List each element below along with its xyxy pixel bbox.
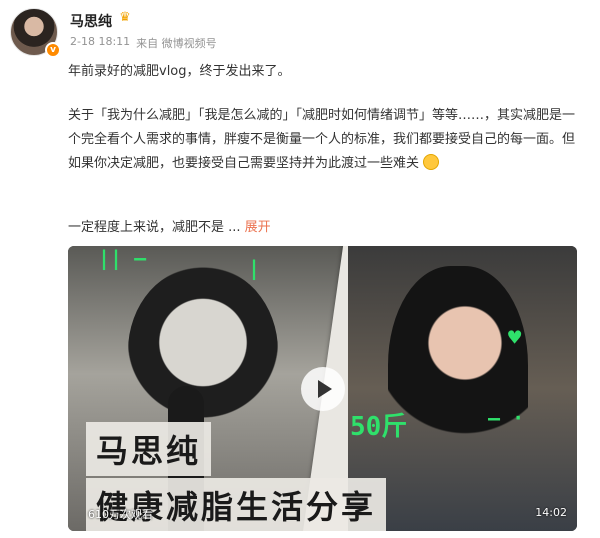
doodle-decoration: | xyxy=(248,256,261,280)
post-source: 来自 微博视频号 xyxy=(136,37,217,50)
play-button[interactable] xyxy=(301,367,345,411)
post-text-truncated: 一定程度上来说，减肥不是 ... 展开 xyxy=(68,216,580,240)
doodle-decoration: || — xyxy=(98,246,147,270)
crown-icon: ♛ xyxy=(119,10,131,25)
doodle-decoration: — · xyxy=(488,406,525,430)
right-portrait xyxy=(388,266,528,486)
expand-link[interactable]: 展开 xyxy=(245,220,271,235)
post-text-prefix: 一定程度上来说，减肥不是 ... xyxy=(68,220,241,235)
doodle-text: 50斤 xyxy=(350,412,408,442)
post-text-paragraph: 关于「我为什么减肥」「我是怎么减的」「减肥时如何情绪调节」等等……，其实减肥是一… xyxy=(68,104,580,176)
verified-icon: v xyxy=(45,42,61,58)
video-title-line2: 健康减脂生活分享 xyxy=(86,478,387,531)
video-duration: 14:02 xyxy=(535,506,567,519)
doodle-heart-icon: ♥ xyxy=(508,326,522,351)
play-icon xyxy=(318,380,332,398)
post-text-body: 关于「我为什么减肥」「我是怎么减的」「减肥时如何情绪调节」等等……，其实减肥是一… xyxy=(68,108,576,171)
post-text-line1: 年前录好的减肥vlog，终于发出来了。 xyxy=(68,64,291,79)
post-meta: 2-18 18:11 来自 微博视频号 xyxy=(70,35,217,51)
hug-emoji-icon xyxy=(423,154,440,170)
video-title-line1: 马思纯 xyxy=(86,422,212,476)
video-player[interactable]: || — | ♥ 50斤 — · 马思纯 健康减脂生活分享 610万次观看 14… xyxy=(68,246,577,531)
author-name[interactable]: 马思纯 xyxy=(70,11,112,31)
post-time[interactable]: 2-18 18:11 xyxy=(70,35,130,51)
view-count: 610万次观看 xyxy=(88,508,153,521)
